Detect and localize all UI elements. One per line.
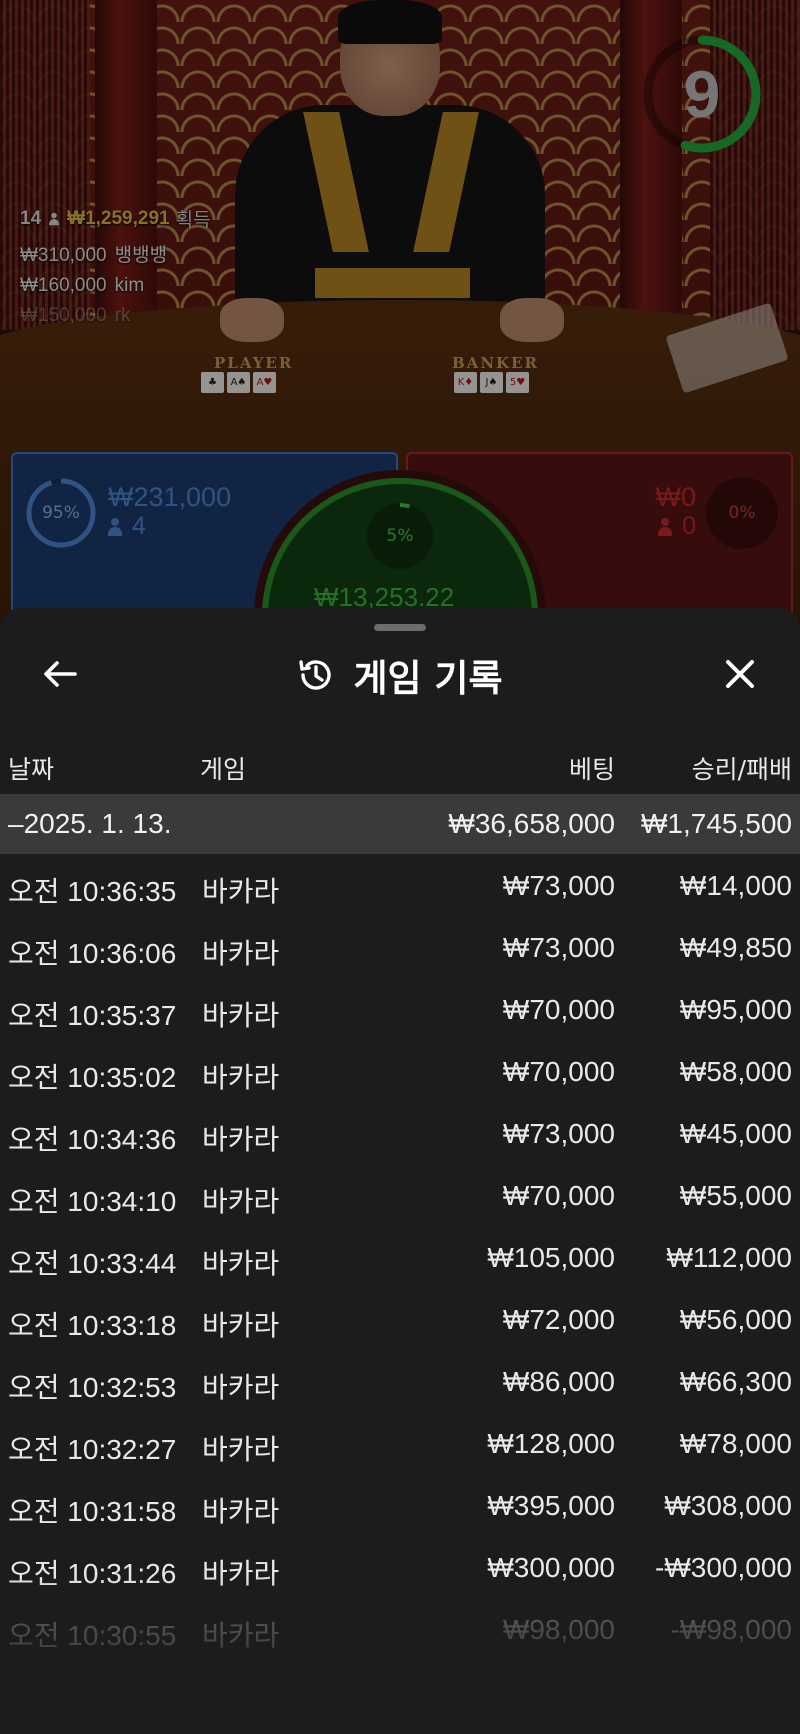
date-group-winloss-total: ₩1,745,500 [641, 808, 792, 839]
history-row[interactable]: 오전 10:35:37 바카라 ₩70,000 ₩95,000 [0, 978, 800, 1040]
row-game: 바카라 [202, 938, 280, 969]
row-bet: ₩300,000 [487, 1552, 615, 1583]
row-bet: ₩128,000 [487, 1428, 615, 1459]
row-winloss: ₩112,000 [666, 1242, 792, 1273]
row-time: 오전 10:30:55 [8, 1620, 177, 1651]
row-winloss: -₩98,000 [670, 1614, 792, 1645]
history-row[interactable]: 오전 10:33:18 바카라 ₩72,000 ₩56,000 [0, 1288, 800, 1350]
sheet-title: 게임 기록 [353, 657, 503, 700]
sheet-header: 게임 기록 [0, 648, 800, 702]
row-winloss: ₩308,000 [664, 1490, 792, 1521]
history-row[interactable]: 오전 10:33:44 바카라 ₩105,000 ₩112,000 [0, 1226, 800, 1288]
row-bet: ₩70,000 [502, 994, 615, 1025]
row-bet: ₩86,000 [502, 1366, 615, 1397]
column-header-date[interactable]: 날짜 [8, 750, 54, 786]
history-list: 오전 10:36:35 바카라 ₩73,000 ₩14,000 오전 10:36:06… [0, 854, 800, 1660]
row-winloss: -₩300,000 [655, 1552, 792, 1583]
column-header-game[interactable]: 게임 [200, 750, 246, 786]
history-row[interactable]: 오전 10:31:26 바카라 ₩300,000 -₩300,000 [0, 1536, 800, 1598]
row-winloss: ₩66,300 [679, 1366, 792, 1397]
date-group-row[interactable]: –2025. 1. 13. ₩36,658,000 ₩1,745,500 [0, 794, 800, 854]
row-game: 바카라 [202, 1558, 280, 1589]
history-row[interactable]: 오전 10:32:27 바카라 ₩128,000 ₩78,000 [0, 1412, 800, 1474]
row-bet: ₩70,000 [502, 1180, 615, 1211]
modal-scrim[interactable] [0, 0, 800, 640]
row-time: 오전 10:35:37 [8, 1000, 177, 1031]
row-bet: ₩73,000 [502, 1118, 615, 1149]
row-winloss: ₩78,000 [679, 1428, 792, 1459]
row-time: 오전 10:31:58 [8, 1496, 177, 1527]
row-game: 바카라 [202, 1062, 280, 1093]
row-winloss: ₩49,850 [679, 932, 792, 963]
row-winloss: ₩95,000 [679, 994, 792, 1025]
history-row[interactable]: 오전 10:32:53 바카라 ₩86,000 ₩66,300 [0, 1350, 800, 1412]
row-bet: ₩72,000 [502, 1304, 615, 1335]
row-time: 오전 10:35:02 [8, 1062, 177, 1093]
sheet-drag-handle[interactable] [374, 624, 426, 631]
row-winloss: ₩45,000 [679, 1118, 792, 1149]
row-bet: ₩98,000 [502, 1614, 615, 1645]
history-row[interactable]: 오전 10:34:10 바카라 ₩70,000 ₩55,000 [0, 1164, 800, 1226]
row-bet: ₩73,000 [502, 870, 615, 901]
row-bet: ₩395,000 [487, 1490, 615, 1521]
row-game: 바카라 [202, 1372, 280, 1403]
column-header-winloss[interactable]: 승리/패배 [692, 750, 792, 786]
row-time: 오전 10:34:36 [8, 1124, 177, 1155]
row-game: 바카라 [202, 1310, 280, 1341]
row-game: 바카라 [202, 1186, 280, 1217]
history-row[interactable]: 오전 10:30:55 바카라 ₩98,000 -₩98,000 [0, 1598, 800, 1660]
row-time: 오전 10:33:44 [8, 1248, 177, 1279]
arrow-left-icon [44, 661, 77, 687]
row-game: 바카라 [202, 1434, 280, 1465]
date-group-date: –2025. 1. 13. [8, 808, 172, 839]
row-game: 바카라 [202, 1496, 280, 1527]
game-history-sheet: 게임 기록 날짜 게임 베팅 승리/패배 –2025. 1. 13. ₩36,6… [0, 608, 800, 1734]
history-row[interactable]: 오전 10:31:58 바카라 ₩395,000 ₩308,000 [0, 1474, 800, 1536]
back-button[interactable] [36, 654, 84, 694]
close-icon [726, 660, 754, 688]
close-button[interactable] [716, 654, 764, 694]
history-row[interactable]: 오전 10:36:35 바카라 ₩73,000 ₩14,000 [0, 854, 800, 916]
row-time: 오전 10:34:10 [8, 1186, 177, 1217]
row-winloss: ₩14,000 [679, 870, 792, 901]
row-time: 오전 10:31:26 [8, 1558, 177, 1589]
row-time: 오전 10:33:18 [8, 1310, 177, 1341]
row-time: 오전 10:36:06 [8, 938, 177, 969]
row-time: 오전 10:36:35 [8, 876, 177, 907]
history-icon [299, 660, 332, 690]
column-header-bet[interactable]: 베팅 [569, 750, 615, 786]
row-bet: ₩73,000 [502, 932, 615, 963]
row-game: 바카라 [202, 1000, 280, 1031]
row-bet: ₩105,000 [487, 1242, 615, 1273]
row-game: 바카라 [202, 1124, 280, 1155]
row-game: 바카라 [202, 1248, 280, 1279]
row-game: 바카라 [202, 876, 280, 907]
row-winloss: ₩58,000 [679, 1056, 792, 1087]
history-row[interactable]: 오전 10:36:06 바카라 ₩73,000 ₩49,850 [0, 916, 800, 978]
date-group-bet-total: ₩36,658,000 [448, 808, 615, 839]
row-time: 오전 10:32:53 [8, 1372, 177, 1403]
history-row[interactable]: 오전 10:34:36 바카라 ₩73,000 ₩45,000 [0, 1102, 800, 1164]
row-winloss: ₩55,000 [679, 1180, 792, 1211]
row-bet: ₩70,000 [502, 1056, 615, 1087]
row-winloss: ₩56,000 [679, 1304, 792, 1335]
row-game: 바카라 [202, 1620, 280, 1651]
history-row[interactable]: 오전 10:35:02 바카라 ₩70,000 ₩58,000 [0, 1040, 800, 1102]
row-time: 오전 10:32:27 [8, 1434, 177, 1465]
live-video-stage: PLAYER BANKER ♣ A♠ A♥ K♦ J♠ 5♥ 9 14 ₩1,2… [0, 0, 800, 640]
